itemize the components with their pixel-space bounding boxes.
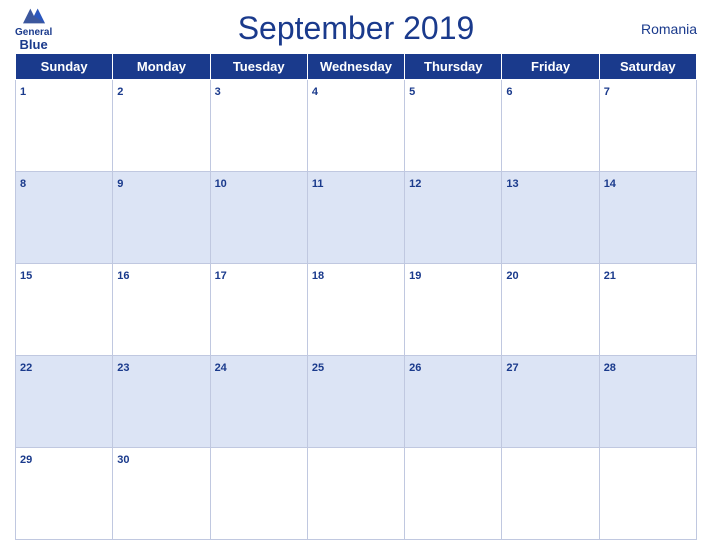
day-number: 4: [312, 86, 318, 98]
calendar-cell: 26: [405, 356, 502, 448]
day-number: 5: [409, 86, 415, 98]
day-number: 21: [604, 270, 616, 282]
logo: General Blue: [15, 5, 52, 52]
calendar-cell: 3: [210, 80, 307, 172]
day-number: 27: [506, 362, 518, 374]
calendar-cell: 11: [307, 172, 404, 264]
day-number: 8: [20, 178, 26, 190]
calendar-cell: [405, 448, 502, 540]
calendar-cell: [307, 448, 404, 540]
weekday-saturday: Saturday: [599, 54, 696, 80]
calendar-cell: 17: [210, 264, 307, 356]
day-number: 9: [117, 178, 123, 190]
day-number: 14: [604, 178, 616, 190]
calendar-cell: 20: [502, 264, 599, 356]
calendar-cell: 6: [502, 80, 599, 172]
calendar-cell: 8: [16, 172, 113, 264]
day-number: 29: [20, 454, 32, 466]
calendar-cell: 7: [599, 80, 696, 172]
calendar-cell: 2: [113, 80, 210, 172]
calendar-cell: 18: [307, 264, 404, 356]
day-number: 20: [506, 270, 518, 282]
day-number: 3: [215, 86, 221, 98]
weekday-wednesday: Wednesday: [307, 54, 404, 80]
calendar-header: General Blue September 2019 Romania: [15, 10, 697, 47]
calendar-header-row: Sunday Monday Tuesday Wednesday Thursday…: [16, 54, 697, 80]
calendar-cell: 19: [405, 264, 502, 356]
day-number: 23: [117, 362, 129, 374]
day-number: 18: [312, 270, 324, 282]
calendar-cell: 25: [307, 356, 404, 448]
weekday-sunday: Sunday: [16, 54, 113, 80]
weekday-friday: Friday: [502, 54, 599, 80]
day-number: 2: [117, 86, 123, 98]
calendar-cell: [210, 448, 307, 540]
calendar-cell: 30: [113, 448, 210, 540]
calendar-cell: 28: [599, 356, 696, 448]
logo-blue-text: Blue: [20, 38, 48, 52]
day-number: 28: [604, 362, 616, 374]
calendar-cell: 23: [113, 356, 210, 448]
calendar-cell: 4: [307, 80, 404, 172]
day-number: 22: [20, 362, 32, 374]
calendar-cell: 12: [405, 172, 502, 264]
day-number: 30: [117, 454, 129, 466]
day-number: 26: [409, 362, 421, 374]
day-number: 10: [215, 178, 227, 190]
calendar-body: 1234567891011121314151617181920212223242…: [16, 80, 697, 540]
day-number: 24: [215, 362, 227, 374]
calendar-cell: 27: [502, 356, 599, 448]
calendar-cell: 13: [502, 172, 599, 264]
day-number: 17: [215, 270, 227, 282]
weekday-tuesday: Tuesday: [210, 54, 307, 80]
calendar-cell: [502, 448, 599, 540]
calendar-cell: 15: [16, 264, 113, 356]
calendar-cell: 5: [405, 80, 502, 172]
calendar-cell: 14: [599, 172, 696, 264]
weekday-monday: Monday: [113, 54, 210, 80]
logo-icon: [19, 5, 49, 27]
month-title: September 2019: [238, 10, 475, 47]
calendar-cell: 24: [210, 356, 307, 448]
calendar-cell: 9: [113, 172, 210, 264]
country-label: Romania: [641, 21, 697, 37]
day-number: 11: [312, 178, 324, 190]
day-number: 16: [117, 270, 129, 282]
calendar-cell: 10: [210, 172, 307, 264]
calendar-cell: 1: [16, 80, 113, 172]
calendar-table: Sunday Monday Tuesday Wednesday Thursday…: [15, 53, 697, 540]
day-number: 6: [506, 86, 512, 98]
calendar-cell: 16: [113, 264, 210, 356]
calendar-cell: 22: [16, 356, 113, 448]
calendar-cell: 29: [16, 448, 113, 540]
day-number: 7: [604, 86, 610, 98]
day-number: 15: [20, 270, 32, 282]
weekday-thursday: Thursday: [405, 54, 502, 80]
day-number: 19: [409, 270, 421, 282]
calendar-cell: [599, 448, 696, 540]
calendar-cell: 21: [599, 264, 696, 356]
day-number: 12: [409, 178, 421, 190]
day-number: 1: [20, 86, 26, 98]
day-number: 25: [312, 362, 324, 374]
day-number: 13: [506, 178, 518, 190]
